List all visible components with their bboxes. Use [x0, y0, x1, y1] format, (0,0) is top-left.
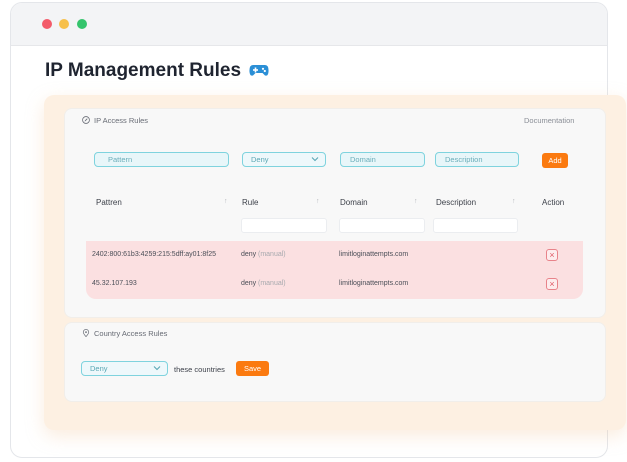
sort-arrow-icon[interactable]: ↑: [316, 198, 320, 205]
save-button[interactable]: Save: [236, 361, 269, 376]
domain-input[interactable]: Domain: [340, 152, 425, 167]
column-header-domain[interactable]: Domain: [340, 198, 368, 207]
chevron-down-icon: [153, 366, 161, 371]
description-filter-input[interactable]: [433, 218, 518, 233]
rule-select-value: Deny: [251, 155, 269, 164]
sort-arrow-icon[interactable]: ↑: [512, 198, 516, 205]
column-header-pattern[interactable]: Pattren: [96, 198, 122, 207]
chevron-down-icon: [311, 157, 319, 162]
column-header-rule[interactable]: Rule: [242, 198, 258, 207]
row-pattern: 45.32.107.193: [92, 280, 137, 287]
documentation-link[interactable]: Documentation: [524, 116, 574, 125]
rule-filter-input[interactable]: [241, 218, 327, 233]
description-input[interactable]: Description: [435, 152, 519, 167]
column-header-description[interactable]: Description: [436, 198, 476, 207]
row-domain: limitloginattempts.com: [339, 280, 409, 287]
add-rule-button[interactable]: Add: [542, 153, 568, 168]
delete-icon[interactable]: ×: [546, 249, 558, 261]
ip-rules-section-title: IP Access Rules: [82, 116, 148, 125]
table-row: 45.32.107.193 deny (manual) limitloginat…: [86, 270, 583, 299]
pattern-input[interactable]: Pattern: [94, 152, 229, 167]
row-rule: deny: [241, 280, 257, 287]
column-header-action: Action: [542, 198, 565, 207]
delete-icon[interactable]: ×: [546, 278, 558, 290]
ip-rules-title-text: IP Access Rules: [94, 116, 149, 125]
close-window-dot[interactable]: [42, 19, 52, 29]
sort-arrow-icon[interactable]: ↑: [224, 198, 228, 205]
row-pattern: 2402:800:61b3:4259:215:5dff:ay01:8f25: [92, 251, 217, 258]
row-domain: limitloginattempts.com: [339, 251, 409, 258]
sort-arrow-icon[interactable]: ↑: [414, 198, 418, 205]
table-row: 2402:800:61b3:4259:215:5dff:ay01:8f25 de…: [86, 241, 583, 270]
row-rule-note: (manual): [258, 280, 286, 287]
country-rule-select[interactable]: Deny: [81, 361, 168, 376]
edit-icon: [82, 116, 90, 124]
game-controller-icon: [249, 65, 269, 76]
row-rule: deny: [241, 251, 257, 258]
page-title-text: IP Management Rules: [45, 60, 242, 81]
country-rules-section-title: Country Access Rules: [82, 329, 167, 338]
location-pin-icon: [82, 329, 90, 337]
window-titlebar: [11, 3, 607, 46]
maximize-window-dot[interactable]: [77, 19, 87, 29]
minimize-window-dot[interactable]: [59, 19, 69, 29]
rule-select[interactable]: Deny: [242, 152, 326, 167]
row-rule-note: (manual): [258, 251, 286, 258]
countries-label: these countries: [174, 365, 225, 374]
page-title: IP Management Rules: [45, 60, 269, 82]
domain-filter-input[interactable]: [339, 218, 425, 233]
country-rules-title-text: Country Access Rules: [94, 329, 168, 338]
country-rule-select-value: Deny: [90, 364, 108, 373]
